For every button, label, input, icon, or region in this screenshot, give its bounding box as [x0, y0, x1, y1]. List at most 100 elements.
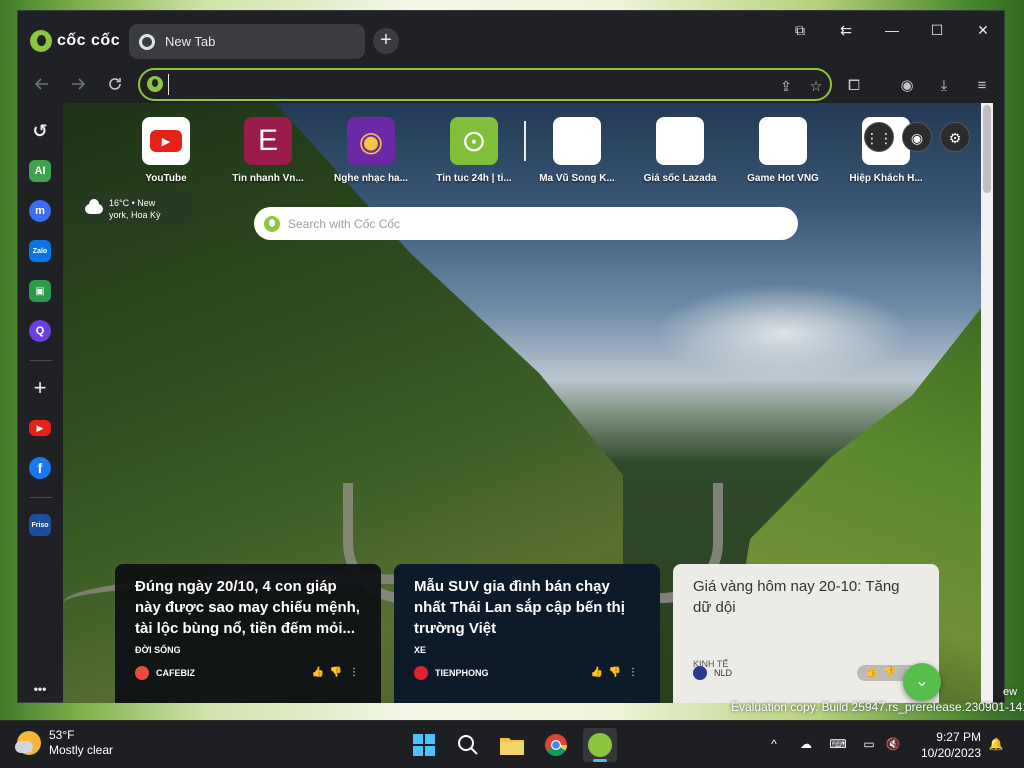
- sidebar-item-zalo[interactable]: Zalo: [29, 240, 51, 262]
- new-tab-button[interactable]: +: [373, 28, 399, 54]
- notification-bell-icon[interactable]: 🔔: [987, 735, 1005, 753]
- sidebar-item-youtube[interactable]: ▶: [29, 420, 51, 436]
- download-icon[interactable]: ⤓: [931, 73, 957, 99]
- taskbar-search-button[interactable]: [451, 728, 485, 762]
- more-vertical-icon[interactable]: ⋮: [347, 666, 361, 680]
- news-card[interactable]: Giá vàng hôm nay 20-10: Tăng dữ dội KINH…: [673, 564, 939, 703]
- weather-widget[interactable]: 16°C • New york, Hoa Kỳ: [77, 193, 193, 225]
- taskbar-weather[interactable]: 53°F Mostly clear: [15, 728, 113, 758]
- minimize-button[interactable]: —: [876, 19, 908, 41]
- speed-dial-nghe-nhac[interactable]: ◉ Nghe nhạc ha...: [323, 117, 419, 184]
- news-title[interactable]: Đúng ngày 20/10, 4 con giáp này được sao…: [135, 576, 361, 639]
- taskbar-weather-text: 53°F Mostly clear: [49, 728, 113, 758]
- sidebar-divider: [30, 497, 52, 498]
- scrollbar-thumb[interactable]: [983, 105, 991, 193]
- show-hidden-icons-chevron-icon[interactable]: ^: [765, 735, 783, 753]
- news-actions: 👍 👎 ⋮: [307, 666, 361, 680]
- bookmark-star-icon[interactable]: ☆: [806, 76, 826, 96]
- sidebar-item-messenger[interactable]: m: [29, 200, 51, 222]
- news-source[interactable]: NLD: [714, 668, 857, 678]
- sidebar-more-button[interactable]: •••: [29, 678, 51, 700]
- back-button[interactable]: [29, 73, 55, 99]
- keyboard-icon[interactable]: ⌨: [829, 735, 847, 753]
- onedrive-cloud-icon[interactable]: ☁: [797, 735, 815, 753]
- speed-dial-game-hot[interactable]: Game Hot VNG: [735, 117, 831, 184]
- search-icon: [458, 735, 478, 755]
- news-title[interactable]: Mẫu SUV gia đình bán chạy nhất Thái Lan …: [414, 576, 640, 639]
- news-category: XE: [414, 645, 427, 655]
- sidebar-item-ai[interactable]: AI: [29, 160, 51, 182]
- chrome-button[interactable]: [539, 728, 573, 762]
- news-footer: CAFEBIZ 👍 👎 ⋮: [135, 665, 361, 681]
- extensions-icon[interactable]: ⧠: [841, 73, 867, 99]
- profile-icon[interactable]: ◉: [894, 73, 920, 99]
- q-app-icon: Q: [35, 325, 45, 337]
- coccoc-logo[interactable]: cốc cốc: [30, 30, 120, 52]
- address-input[interactable]: [168, 74, 728, 95]
- scroll-down-button[interactable]: ⌄: [903, 663, 941, 701]
- thumbs-up-icon[interactable]: 👍: [590, 666, 604, 680]
- start-button[interactable]: [407, 728, 441, 762]
- messenger-icon: m: [35, 205, 45, 217]
- news-card[interactable]: Đúng ngày 20/10, 4 con giáp này được sao…: [115, 564, 381, 703]
- news-card[interactable]: Mẫu SUV gia đình bán chạy nhất Thái Lan …: [394, 564, 660, 703]
- news-title[interactable]: Giá vàng hôm nay 20-10: Tăng dữ dội: [693, 576, 919, 639]
- speed-dial-lazada[interactable]: Giá sốc Lazada: [632, 117, 728, 184]
- menu-icon[interactable]: ≡: [969, 73, 995, 99]
- sidebar-item-games[interactable]: ▣: [29, 280, 51, 302]
- windows-taskbar: 53°F Mostly clear ^ ☁ ⌨ ▭ 🔇 9:27 PM 10/2…: [0, 720, 1024, 768]
- thumbs-down-icon[interactable]: 👎: [329, 666, 343, 680]
- apps-grid-icon[interactable]: ⋮⋮: [864, 122, 894, 152]
- sidebar-item-friso[interactable]: Friso: [29, 514, 51, 536]
- address-bar[interactable]: ⇪ ☆: [138, 68, 832, 101]
- account-icon[interactable]: ◉: [902, 122, 932, 152]
- sidebar-item-facebook[interactable]: f: [29, 457, 51, 479]
- speed-dial-tin-nhanh[interactable]: E Tin nhanh Vn...: [220, 117, 316, 184]
- network-icon[interactable]: ▭: [860, 735, 878, 753]
- zalo-icon: Zalo: [32, 247, 48, 255]
- media-control-icon[interactable]: ⧉: [784, 19, 816, 41]
- sidebar-item-add[interactable]: +: [29, 375, 51, 400]
- speed-dial-ma-vu[interactable]: Ma Vũ Song K...: [529, 117, 625, 184]
- youtube-icon: ▶: [142, 117, 190, 165]
- settings-sliders-icon[interactable]: ⚙: [940, 122, 970, 152]
- taskbar-clock[interactable]: 9:27 PM 10/20/2023: [905, 729, 981, 761]
- share-icon[interactable]: ⇪: [776, 76, 796, 96]
- tienphong-logo-icon: [414, 666, 428, 680]
- news-source[interactable]: CAFEBIZ: [156, 668, 307, 678]
- folder-icon: [500, 738, 524, 755]
- weather-location: york, Hoa Kỳ: [109, 210, 161, 220]
- close-button[interactable]: ✕: [967, 19, 999, 41]
- tab-new-tab[interactable]: New Tab: [129, 24, 365, 59]
- coccoc-taskbar-button[interactable]: [583, 728, 617, 762]
- browser-window: cốc cốc New Tab + ⧉ ⇇ — ☐ ✕ ⇪ ☆ ⧠ ◉ ⤓ ≡ …: [17, 10, 1005, 703]
- youtube-icon: ▶: [36, 422, 44, 433]
- forward-button[interactable]: [65, 73, 91, 99]
- news-source[interactable]: TIENPHONG: [435, 668, 586, 678]
- cafebiz-logo-icon: [135, 666, 149, 680]
- thumbs-up-icon[interactable]: 👍: [311, 666, 325, 680]
- speed-dial-label: Giá sốc Lazada: [643, 173, 717, 184]
- coccoc-tab-icon: [139, 33, 155, 50]
- speed-dial-label: YouTube: [145, 173, 187, 184]
- reload-button[interactable]: [102, 73, 128, 99]
- thumbs-up-icon[interactable]: 👍: [865, 666, 879, 680]
- more-vertical-icon[interactable]: ⋮: [626, 666, 640, 680]
- file-explorer-button[interactable]: [495, 728, 529, 762]
- speed-dial-youtube[interactable]: ▶ YouTube: [118, 117, 214, 184]
- coccoc-leaf-icon: [30, 30, 52, 52]
- maximize-button[interactable]: ☐: [921, 19, 953, 41]
- coccoc-leaf-icon: [147, 76, 163, 92]
- pin-back-icon[interactable]: ⇇: [830, 19, 862, 41]
- nld-logo-icon: [693, 666, 707, 680]
- newtab-search-box[interactable]: [254, 207, 798, 240]
- speed-dial-tin-tuc-24h[interactable]: ⊙ Tin tuc 24h | ti...: [426, 117, 522, 184]
- newtab-search-input[interactable]: [288, 216, 768, 231]
- thumbs-down-icon[interactable]: 👎: [883, 666, 897, 680]
- thumbs-down-icon[interactable]: 👎: [608, 666, 622, 680]
- volume-muted-icon[interactable]: 🔇: [884, 735, 902, 753]
- title-bar: cốc cốc New Tab + ⧉ ⇇ — ☐ ✕: [18, 11, 1004, 63]
- vertical-scrollbar[interactable]: [981, 103, 993, 703]
- sidebar-item-history[interactable]: ↺: [29, 120, 51, 142]
- sidebar-item-q-app[interactable]: Q: [29, 320, 51, 342]
